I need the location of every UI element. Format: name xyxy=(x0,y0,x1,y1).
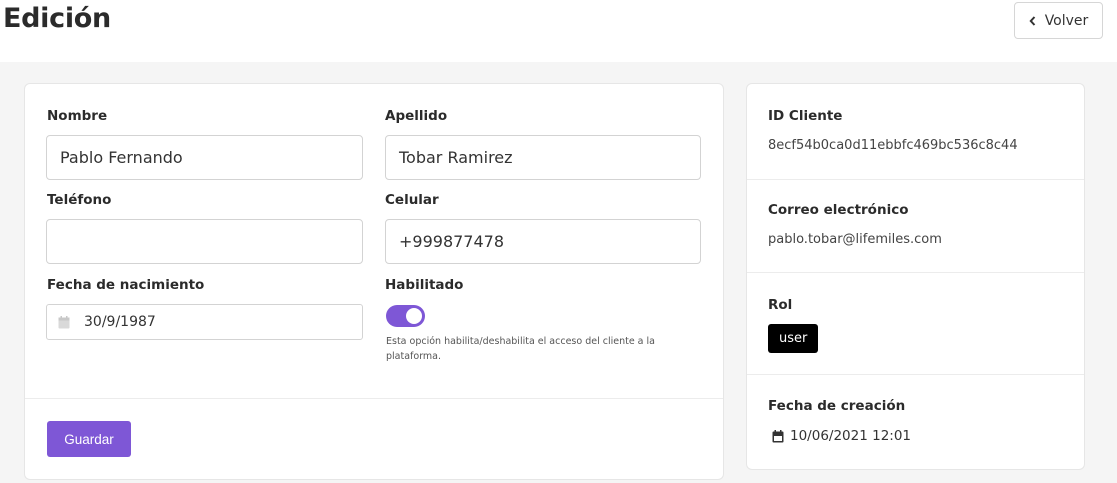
chevron-left-icon xyxy=(1029,15,1035,26)
apellido-value: Tobar Ramirez xyxy=(399,148,513,167)
celular-input[interactable]: +999877478 xyxy=(385,219,701,264)
celular-value: +999877478 xyxy=(399,232,505,251)
fecha-creacion-value: 10/06/2021 12:01 xyxy=(790,428,912,444)
id-cliente-value: 8ecf54b0ca0d11ebbfc469bc536c8c44 xyxy=(768,138,1018,153)
fecha-nacimiento-input[interactable]: 30/9/1987 xyxy=(46,304,363,340)
email-label: Correo electrónico xyxy=(768,202,909,218)
fecha-nacimiento-label: Fecha de nacimiento xyxy=(47,277,205,293)
habilitado-label: Habilitado xyxy=(385,277,464,293)
fecha-creacion: 10/06/2021 12:01 xyxy=(772,428,911,444)
info-divider xyxy=(747,179,1084,180)
edit-form-card: Nombre Pablo Fernando Apellido Tobar Ram… xyxy=(24,83,724,480)
top-bar: Edición Volver xyxy=(0,0,1117,62)
habilitado-hint: Esta opción habilita/deshabilita el acce… xyxy=(386,336,655,362)
id-cliente-label: ID Cliente xyxy=(768,108,843,124)
back-button[interactable]: Volver xyxy=(1014,2,1103,39)
telefono-label: Teléfono xyxy=(47,192,112,208)
info-divider xyxy=(747,272,1084,273)
page-title: Edición xyxy=(3,3,111,34)
email-value: pablo.tobar@lifemiles.com xyxy=(768,232,942,247)
apellido-input[interactable]: Tobar Ramirez xyxy=(385,135,701,180)
celular-label: Celular xyxy=(385,192,439,208)
habilitado-toggle[interactable] xyxy=(386,305,425,327)
nombre-input[interactable]: Pablo Fernando xyxy=(46,135,363,180)
apellido-label: Apellido xyxy=(385,108,448,124)
client-info-card: ID Cliente 8ecf54b0ca0d11ebbfc469bc536c8… xyxy=(746,83,1085,470)
save-button[interactable]: Guardar xyxy=(47,421,131,457)
telefono-input[interactable] xyxy=(46,219,363,264)
calendar-icon xyxy=(772,429,784,442)
nombre-label: Nombre xyxy=(47,108,108,124)
info-divider xyxy=(747,374,1084,375)
role-badge: user xyxy=(768,324,819,353)
toggle-knob xyxy=(406,308,422,324)
nombre-value: Pablo Fernando xyxy=(60,148,183,167)
form-divider xyxy=(25,398,723,399)
fecha-creacion-label: Fecha de creación xyxy=(768,398,906,414)
back-button-label: Volver xyxy=(1044,12,1089,29)
rol-label: Rol xyxy=(768,297,793,313)
fecha-nacimiento-value: 30/9/1987 xyxy=(84,314,156,330)
calendar-icon xyxy=(58,315,70,329)
